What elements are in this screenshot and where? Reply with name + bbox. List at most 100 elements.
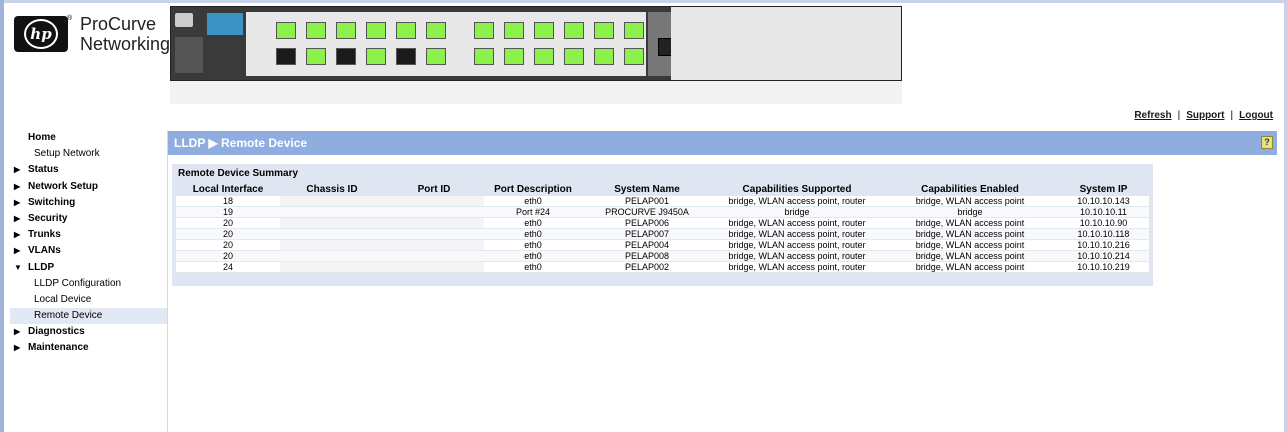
sidebar-item-lldp[interactable]: ▼ LLDP xyxy=(10,260,167,276)
table-cell: bridge, WLAN access point xyxy=(882,196,1058,207)
table-header-row: Local Interface Chassis ID Port ID Port Des… xyxy=(176,183,1149,196)
link-separator: | xyxy=(1230,110,1234,121)
sidebar-item-maintenance[interactable]: ▶ Maintenance xyxy=(10,340,167,356)
column-header: Capabilities Enabled xyxy=(882,183,1058,196)
switch-port xyxy=(594,48,614,65)
table-row: 20 eth0 PELAP006 bridge, WLAN access point,… xyxy=(176,217,1149,229)
table-cell xyxy=(280,228,384,240)
caret-right-icon: ▶ xyxy=(14,213,21,223)
table-cell: bridge, WLAN access point xyxy=(882,239,1058,251)
table-cell: 20 xyxy=(176,250,280,262)
sidebar-item-switching[interactable]: ▶ Switching xyxy=(10,195,167,211)
table-cell xyxy=(280,196,384,207)
table-cell: bridge xyxy=(712,206,882,218)
sidebar-item-diagnostics[interactable]: ▶ Diagnostics xyxy=(10,324,167,340)
table-cell xyxy=(384,196,484,207)
sidebar-nav: Home Setup Network ▶ Status ▶ Network Setup ▶ S… xyxy=(10,130,168,432)
table-cell: 18 xyxy=(176,196,280,207)
sidebar-item-local-device[interactable]: Local Device xyxy=(10,292,167,308)
table-cell: eth0 xyxy=(484,196,582,207)
switch-port xyxy=(474,48,494,65)
switch-port xyxy=(336,48,356,65)
sidebar-item-label: Status xyxy=(28,164,59,176)
table-cell: 20 xyxy=(176,239,280,251)
sidebar-item-trunks[interactable]: ▶ Trunks xyxy=(10,227,167,243)
sidebar-item-label: LLDP Configuration xyxy=(34,277,122,289)
table-cell: bridge, WLAN access point, router xyxy=(712,250,882,262)
switch-port xyxy=(624,48,644,65)
sidebar-item-remote-device[interactable]: Remote Device xyxy=(10,308,167,325)
window-frame-top xyxy=(0,0,1287,3)
sidebar-item-network-setup[interactable]: ▶ Network Setup xyxy=(10,179,167,195)
table-row: 18 eth0 PELAP001 bridge, WLAN access point,… xyxy=(176,196,1149,207)
page-title-bar: LLDP ▶ Remote Device ? xyxy=(168,131,1277,155)
switch-port xyxy=(564,22,584,39)
link-separator: | xyxy=(1177,110,1181,121)
table-cell: 10.10.10.216 xyxy=(1058,239,1149,251)
page-title: LLDP ▶ Remote Device xyxy=(174,136,308,150)
table-cell: PELAP007 xyxy=(582,228,712,240)
table-cell: PELAP008 xyxy=(582,250,712,262)
switch-port xyxy=(534,48,554,65)
table-cell: 10.10.10.143 xyxy=(1058,196,1149,207)
hp-logo-text: hp xyxy=(24,19,58,49)
column-header: Chassis ID xyxy=(280,183,384,196)
sidebar-item-setup-network[interactable]: Setup Network xyxy=(10,146,167,162)
table-cell: PELAP001 xyxy=(582,196,712,207)
column-header: Local Interface xyxy=(176,183,280,196)
switch-port xyxy=(336,22,356,39)
switch-port xyxy=(504,48,524,65)
table-cell xyxy=(280,206,384,218)
help-icon[interactable]: ? xyxy=(1261,136,1273,149)
table-cell: bridge, WLAN access point, router xyxy=(712,261,882,273)
table-cell: bridge, WLAN access point xyxy=(882,261,1058,273)
summary-title: Remote Device Summary xyxy=(178,168,299,179)
switch-port xyxy=(564,48,584,65)
table-cell xyxy=(384,239,484,251)
table-cell: bridge xyxy=(882,206,1058,218)
sidebar-item-lldp-configuration[interactable]: LLDP Configuration xyxy=(10,276,167,292)
table-cell: bridge, WLAN access point, router xyxy=(712,217,882,229)
sidebar-item-label: Remote Device xyxy=(34,310,103,322)
table-cell: 20 xyxy=(176,217,280,229)
column-header: System IP xyxy=(1058,183,1149,196)
sidebar-item-home[interactable]: Home xyxy=(10,130,167,146)
caret-right-icon: ▶ xyxy=(14,181,21,191)
refresh-link[interactable]: Refresh xyxy=(1134,110,1171,121)
top-links: Refresh | Support | Logout xyxy=(1134,110,1273,121)
table-cell: PELAP002 xyxy=(582,261,712,273)
sidebar-item-label: Switching xyxy=(28,196,76,208)
switch-port xyxy=(396,48,416,65)
column-header: Port Description xyxy=(484,183,582,196)
switch-port xyxy=(306,22,326,39)
remote-device-summary-panel: Remote Device Summary Local Interface Cha… xyxy=(172,164,1153,286)
switch-port xyxy=(504,22,524,39)
caret-right-icon: ▶ xyxy=(14,246,21,256)
sidebar-item-vlans[interactable]: ▶ VLANs xyxy=(10,243,167,259)
logout-link[interactable]: Logout xyxy=(1239,110,1273,121)
table-cell xyxy=(384,217,484,229)
switch-port xyxy=(534,22,554,39)
registered-mark: ® xyxy=(67,15,73,22)
table-cell: eth0 xyxy=(484,250,582,262)
table-row: 24 eth0 PELAP002 bridge, WLAN access point,… xyxy=(176,261,1149,273)
table-cell: eth0 xyxy=(484,261,582,273)
table-cell xyxy=(384,261,484,273)
switch-image-area xyxy=(170,6,902,104)
sidebar-item-status[interactable]: ▶ Status xyxy=(10,162,167,178)
switch-port xyxy=(276,48,296,65)
switch-hp-badge xyxy=(175,13,193,27)
column-header: System Name xyxy=(582,183,712,196)
sidebar-item-label: Local Device xyxy=(34,293,92,305)
sidebar-item-security[interactable]: ▶ Security xyxy=(10,211,167,227)
sidebar-item-label: VLANs xyxy=(28,245,61,257)
caret-down-icon: ▼ xyxy=(14,262,22,272)
support-link[interactable]: Support xyxy=(1186,110,1224,121)
table-row: 20 eth0 PELAP008 bridge, WLAN access point,… xyxy=(176,250,1149,262)
table-cell xyxy=(280,217,384,229)
switch-port xyxy=(366,48,386,65)
sidebar-item-label: Trunks xyxy=(28,229,61,241)
table-cell xyxy=(280,250,384,262)
table-cell: bridge, WLAN access point xyxy=(882,228,1058,240)
switch-led-panel xyxy=(175,37,203,73)
